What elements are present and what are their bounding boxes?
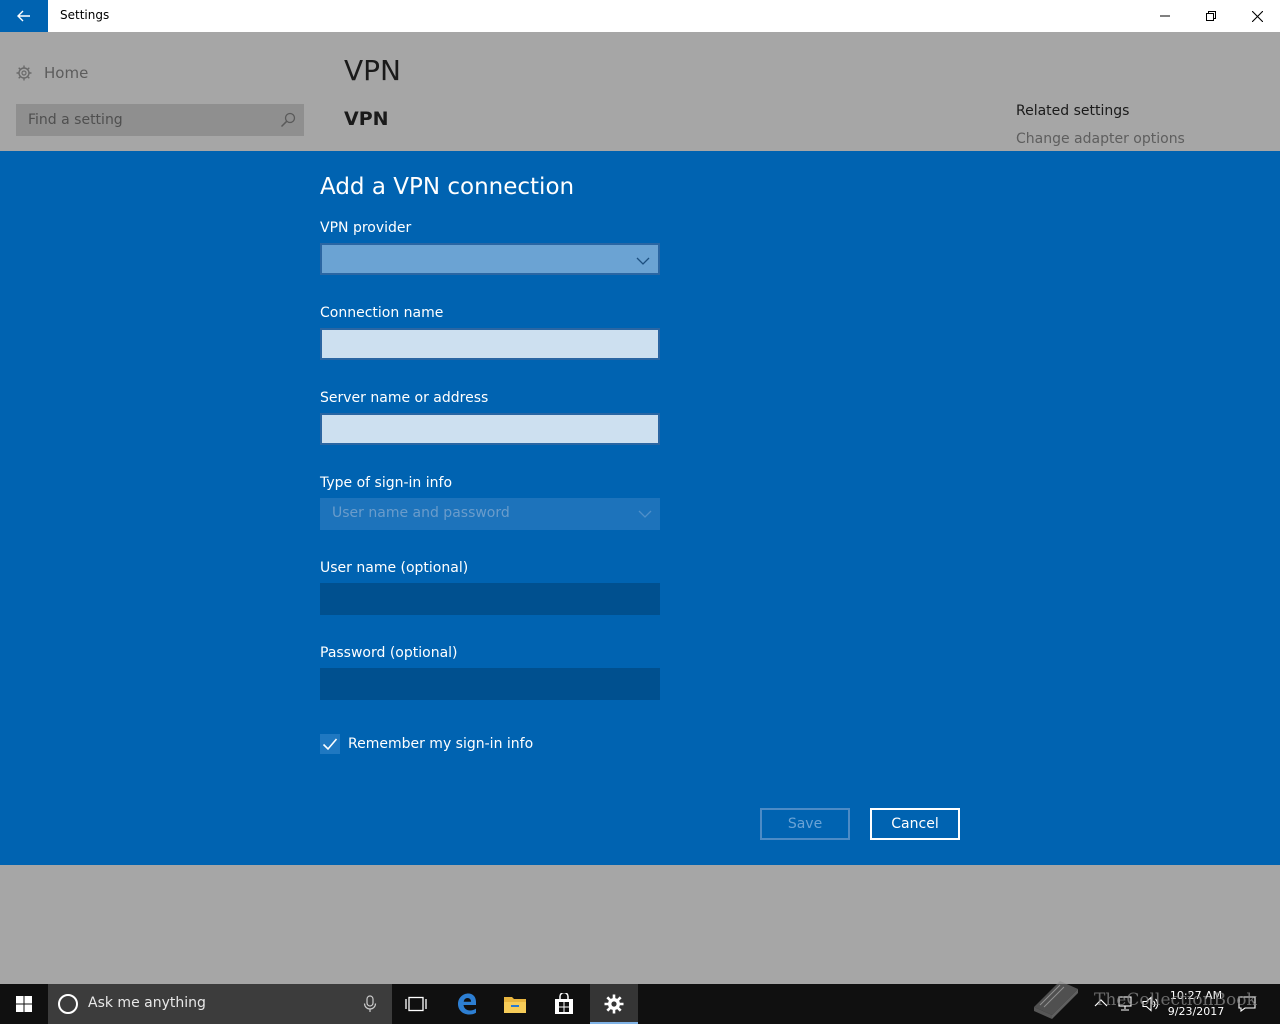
file-explorer-taskbar-button[interactable] — [491, 984, 539, 1024]
related-settings-title: Related settings — [1016, 103, 1130, 119]
vpn-provider-label: VPN provider — [320, 220, 412, 236]
cortana-search-placeholder: Ask me anything — [88, 995, 206, 1011]
minimize-icon — [1160, 15, 1170, 17]
change-adapter-options-link[interactable]: Change adapter options — [1016, 131, 1185, 147]
window-title: Settings — [60, 8, 110, 22]
remember-signin-row[interactable]: Remember my sign-in info — [320, 733, 533, 755]
folder-icon — [504, 997, 526, 1013]
store-icon — [555, 993, 573, 1014]
settings-taskbar-button[interactable] — [590, 984, 638, 1024]
password-input[interactable] — [320, 668, 660, 700]
minimize-button[interactable] — [1142, 0, 1188, 32]
server-address-label: Server name or address — [320, 390, 489, 406]
start-button[interactable] — [0, 984, 48, 1024]
close-button[interactable] — [1234, 0, 1280, 32]
back-button[interactable] — [0, 0, 48, 32]
password-label: Password (optional) — [320, 645, 458, 661]
connection-name-input[interactable] — [322, 330, 658, 358]
username-field[interactable] — [320, 583, 660, 615]
server-address-field[interactable] — [320, 413, 660, 445]
settings-search-input[interactable] — [16, 104, 270, 136]
edge-taskbar-button[interactable] — [443, 984, 491, 1024]
checkmark-icon — [322, 738, 338, 751]
gear-icon — [604, 994, 624, 1014]
restore-icon — [1206, 11, 1216, 21]
restore-button[interactable] — [1188, 0, 1234, 32]
title-bar: Settings — [0, 0, 1280, 32]
signin-type-select[interactable]: User name and password — [320, 498, 660, 530]
remember-signin-label: Remember my sign-in info — [348, 736, 534, 752]
book-icon — [1034, 981, 1078, 1019]
home-label: Home — [44, 64, 89, 82]
signin-type-value: User name and password — [332, 505, 510, 521]
task-view-button[interactable] — [392, 984, 440, 1024]
task-view-icon — [405, 996, 427, 1012]
connection-name-field[interactable] — [320, 328, 660, 360]
gear-icon — [16, 65, 32, 81]
add-vpn-dialog: Add a VPN connection VPN provider Connec… — [0, 151, 1280, 865]
dialog-title: Add a VPN connection — [320, 174, 575, 200]
vpn-provider-select[interactable] — [320, 243, 660, 275]
store-taskbar-button[interactable] — [540, 984, 588, 1024]
arrow-left-icon — [17, 10, 30, 22]
section-title: VPN — [344, 108, 389, 130]
watermark: TheCollectionBook — [1030, 976, 1257, 1024]
remember-signin-checkbox[interactable] — [320, 734, 340, 754]
edge-icon — [458, 993, 476, 1015]
cortana-icon — [58, 994, 78, 1014]
password-field[interactable] — [320, 668, 660, 700]
windows-logo-icon — [16, 996, 32, 1012]
connection-name-label: Connection name — [320, 305, 444, 321]
chevron-down-icon — [636, 257, 650, 265]
server-address-input[interactable] — [322, 415, 658, 443]
chevron-down-icon — [638, 510, 652, 518]
cancel-button[interactable]: Cancel — [870, 808, 960, 840]
username-label: User name (optional) — [320, 560, 469, 576]
microphone-icon[interactable] — [362, 995, 378, 1013]
close-icon — [1251, 10, 1263, 22]
watermark-text: TheCollectionBook — [1094, 990, 1257, 1010]
search-icon — [280, 112, 296, 128]
home-nav-item[interactable]: Home — [16, 62, 88, 84]
save-button[interactable]: Save — [760, 808, 850, 840]
signin-type-label: Type of sign-in info — [320, 475, 453, 491]
cortana-search-box[interactable]: Ask me anything — [48, 984, 392, 1024]
page-title: VPN — [344, 54, 401, 87]
settings-search-box[interactable] — [16, 104, 304, 136]
username-input[interactable] — [320, 583, 660, 615]
